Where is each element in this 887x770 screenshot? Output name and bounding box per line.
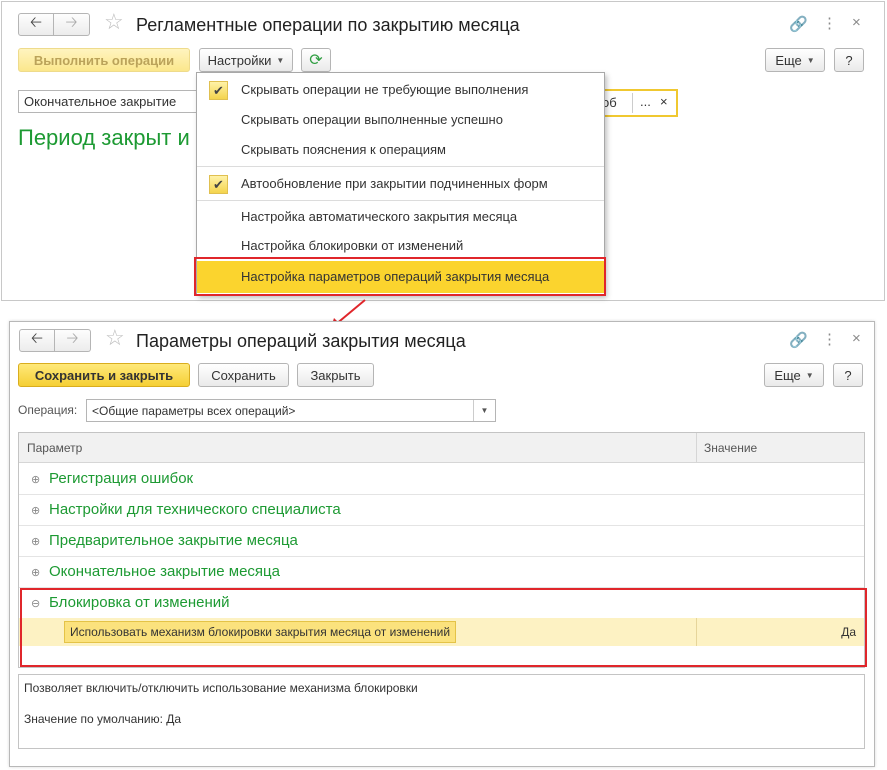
checkmark-icon: ✔ — [209, 81, 228, 100]
more-button[interactable]: Еще ▼ — [764, 363, 824, 387]
group-label: Регистрация ошибок — [49, 470, 194, 487]
arrow-left-icon: 🡠 — [29, 14, 43, 31]
caret-down-icon: ▼ — [806, 55, 815, 65]
forward-button[interactable]: 🡢 — [54, 13, 90, 36]
table-row-group[interactable]: ⊕ Регистрация ошибок — [19, 464, 864, 495]
column-header-value[interactable]: Значение — [704, 441, 757, 455]
forward-button[interactable]: 🡢 — [55, 329, 91, 352]
menu-separator — [197, 166, 604, 167]
menu-item-hide-not-required[interactable]: ✔ Скрывать операции не требующие выполне… — [197, 75, 604, 105]
expand-plus-icon[interactable]: ⊕ — [31, 535, 40, 548]
back-button[interactable]: 🡠 — [19, 329, 55, 352]
expand-plus-icon[interactable]: ⊕ — [31, 473, 40, 486]
more-button-label: Еще — [775, 52, 802, 68]
save-button[interactable]: Сохранить — [198, 363, 289, 387]
arrow-right-icon: 🡢 — [66, 330, 79, 347]
table-row-group[interactable]: ⊕ Предварительное закрытие месяца — [19, 526, 864, 557]
group-label: Предварительное закрытие месяца — [49, 532, 298, 549]
group-label: Окончательное закрытие месяца — [49, 563, 280, 580]
field-divider — [632, 93, 633, 113]
period-field[interactable]: Окончательное закрытие — [18, 90, 204, 113]
description-panel: Позволяет включить/отключить использован… — [18, 674, 865, 749]
more-button-label: Еще — [774, 367, 801, 383]
favorite-star-icon[interactable]: ☆ — [104, 9, 124, 35]
operation-label: Операция: — [18, 403, 78, 417]
organization-field[interactable]: об ... × — [596, 89, 678, 117]
checkmark-icon: ✔ — [209, 175, 228, 194]
more-button[interactable]: Еще ▼ — [765, 48, 825, 72]
group-highlight-frame — [20, 588, 867, 667]
description-text: Позволяет включить/отключить использован… — [24, 681, 418, 695]
refresh-icon: ⟳ — [309, 52, 323, 69]
menu-item-label: Настройка автоматического закрытия месяц… — [241, 209, 518, 224]
menu-item-label: Скрывать пояснения к операциям — [241, 142, 446, 157]
back-button[interactable]: 🡠 — [18, 13, 54, 36]
menu-item-auto-close-settings[interactable]: Настройка автоматического закрытия месяц… — [197, 202, 604, 232]
column-divider — [696, 433, 697, 463]
clear-field-button[interactable]: × — [660, 94, 668, 109]
menu-item-label: Скрывать операции выполненные успешно — [241, 112, 503, 127]
favorite-star-icon[interactable]: ☆ — [105, 325, 125, 351]
close-icon[interactable]: × — [852, 14, 861, 31]
refresh-button[interactable]: ⟳ — [301, 48, 331, 72]
group-label: Настройки для технического специалиста — [49, 501, 341, 518]
window-title: Регламентные операции по закрытию месяца — [136, 15, 520, 35]
close-icon[interactable]: × — [852, 330, 861, 347]
arrow-right-icon: 🡢 — [65, 14, 78, 31]
period-status-text: Период закрыт и — [18, 125, 190, 150]
close-button[interactable]: Закрыть — [297, 363, 374, 387]
operation-select-value: <Общие параметры всех операций> — [92, 404, 296, 418]
caret-down-icon: ▼ — [805, 370, 814, 380]
menu-separator — [197, 200, 604, 201]
select-dots-button[interactable]: ... — [640, 94, 651, 109]
arrow-left-icon: 🡠 — [30, 330, 44, 347]
window-title: Параметры операций закрытия месяца — [136, 331, 466, 351]
menu-item-auto-refresh[interactable]: ✔ Автообновление при закрытии подчиненны… — [197, 169, 604, 199]
more-vertical-icon[interactable]: ⋮ — [822, 330, 837, 348]
settings-button-label: Настройки — [207, 52, 272, 68]
link-icon[interactable]: 🔗 — [789, 331, 808, 349]
run-operations-button[interactable]: Выполнить операции — [18, 48, 190, 72]
caret-down-icon: ▼ — [276, 55, 285, 65]
menu-item-label: Автообновление при закрытии подчиненных … — [241, 176, 548, 191]
dropdown-arrow-icon[interactable]: ▼ — [473, 400, 495, 421]
column-header-parameter[interactable]: Параметр — [27, 441, 82, 455]
table-row-group[interactable]: ⊕ Настройки для технического специалиста — [19, 495, 864, 526]
menu-item-hide-successful[interactable]: Скрывать операции выполненные успешно — [197, 105, 604, 135]
menu-item-label: Настройка блокировки от изменений — [241, 238, 464, 253]
expand-plus-icon[interactable]: ⊕ — [31, 504, 40, 517]
default-value-text: Значение по умолчанию: Да — [24, 712, 182, 726]
operation-select[interactable]: <Общие параметры всех операций> ▼ — [86, 399, 496, 422]
more-vertical-icon[interactable]: ⋮ — [822, 14, 837, 32]
operation-params-window: 🡠 🡢 ☆ Параметры операций закрытия месяца… — [9, 321, 875, 767]
settings-menu-button[interactable]: Настройки ▼ — [199, 48, 293, 72]
table-header: Параметр Значение — [19, 433, 864, 463]
link-icon[interactable]: 🔗 — [789, 15, 808, 33]
menu-item-label: Скрывать операции не требующие выполнени… — [241, 82, 529, 97]
expand-plus-icon[interactable]: ⊕ — [31, 566, 40, 579]
menu-highlight-frame — [194, 257, 606, 296]
help-button[interactable]: ? — [834, 48, 864, 72]
help-button[interactable]: ? — [833, 363, 863, 387]
table-row-group[interactable]: ⊕ Окончательное закрытие месяца — [19, 557, 864, 588]
menu-item-hide-explanations[interactable]: Скрывать пояснения к операциям — [197, 135, 604, 165]
save-and-close-button[interactable]: Сохранить и закрыть — [18, 363, 190, 387]
